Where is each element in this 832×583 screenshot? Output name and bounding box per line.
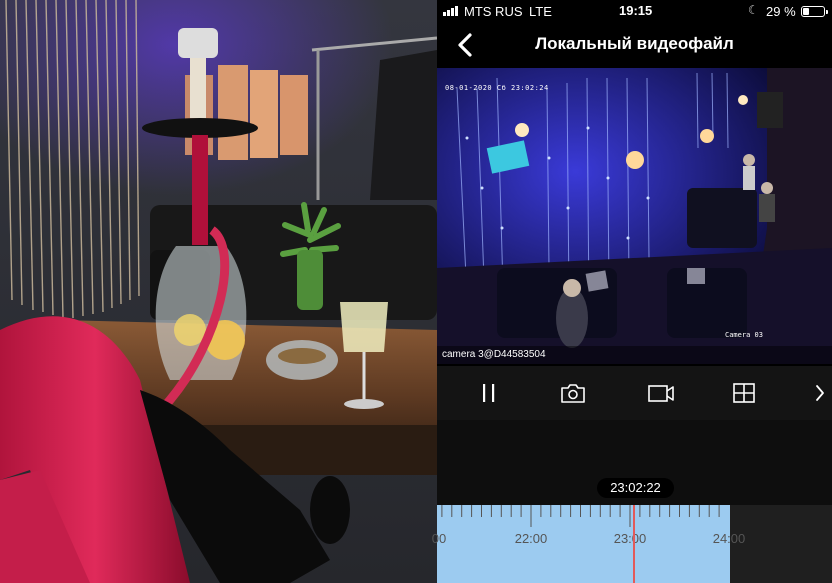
clock: 19:15: [619, 3, 653, 18]
timeline-tick-label: 00: [431, 531, 447, 546]
current-time-indicator: 23:02:22: [597, 478, 674, 498]
cctv-frame: [437, 68, 832, 364]
battery-percent: 29 %: [766, 4, 796, 19]
record-button[interactable]: [646, 379, 676, 407]
timeline-tick-label: 24:00: [712, 531, 746, 546]
camera-label: camera 3@D44583504: [437, 346, 832, 364]
timeline-tick-label: 23:00: [613, 531, 647, 546]
do-not-disturb-icon: ☾: [748, 3, 759, 17]
video-player[interactable]: 08-01-2020 Сб 23:02:24 Camera 03 camera …: [437, 68, 832, 364]
snapshot-button[interactable]: [558, 379, 588, 407]
status-bar: MTS RUS LTE 19:15 ☾ 29 %: [437, 0, 832, 24]
camera-icon: [561, 384, 585, 403]
timeline-area: 23:02:22 00 22:00 23:00 24:00: [432, 420, 832, 583]
network-type: LTE: [529, 4, 552, 19]
battery-icon: [801, 6, 828, 17]
phone-screen: MTS RUS LTE 19:15 ☾ 29 % Локальный видео…: [432, 0, 832, 583]
video-timestamp-overlay: 08-01-2020 Сб 23:02:24: [445, 84, 549, 92]
battery-fill: [803, 8, 809, 15]
next-button[interactable]: [805, 379, 832, 407]
timeline-playhead[interactable]: [632, 505, 635, 583]
timeline-track[interactable]: 00 22:00 23:00 24:00: [432, 505, 832, 583]
pause-button[interactable]: [474, 379, 504, 407]
signal-icon: [443, 6, 458, 16]
playback-controls: [437, 366, 832, 420]
video-camera-overlay: Camera 03: [725, 331, 763, 339]
timeline-tick-label: 22:00: [514, 531, 548, 546]
page-title: Локальный видеофайл: [535, 34, 734, 53]
layout-button[interactable]: [729, 379, 759, 407]
navigation-bar: Локальный видеофайл: [437, 24, 832, 66]
video-camera-icon: [648, 385, 674, 402]
pause-icon: [483, 384, 495, 402]
hookah-photo: [0, 0, 437, 583]
chevron-right-icon: [816, 385, 824, 401]
hookah-scene: [0, 0, 437, 583]
grid-icon: [733, 383, 755, 403]
carrier-name: MTS RUS: [464, 4, 523, 19]
